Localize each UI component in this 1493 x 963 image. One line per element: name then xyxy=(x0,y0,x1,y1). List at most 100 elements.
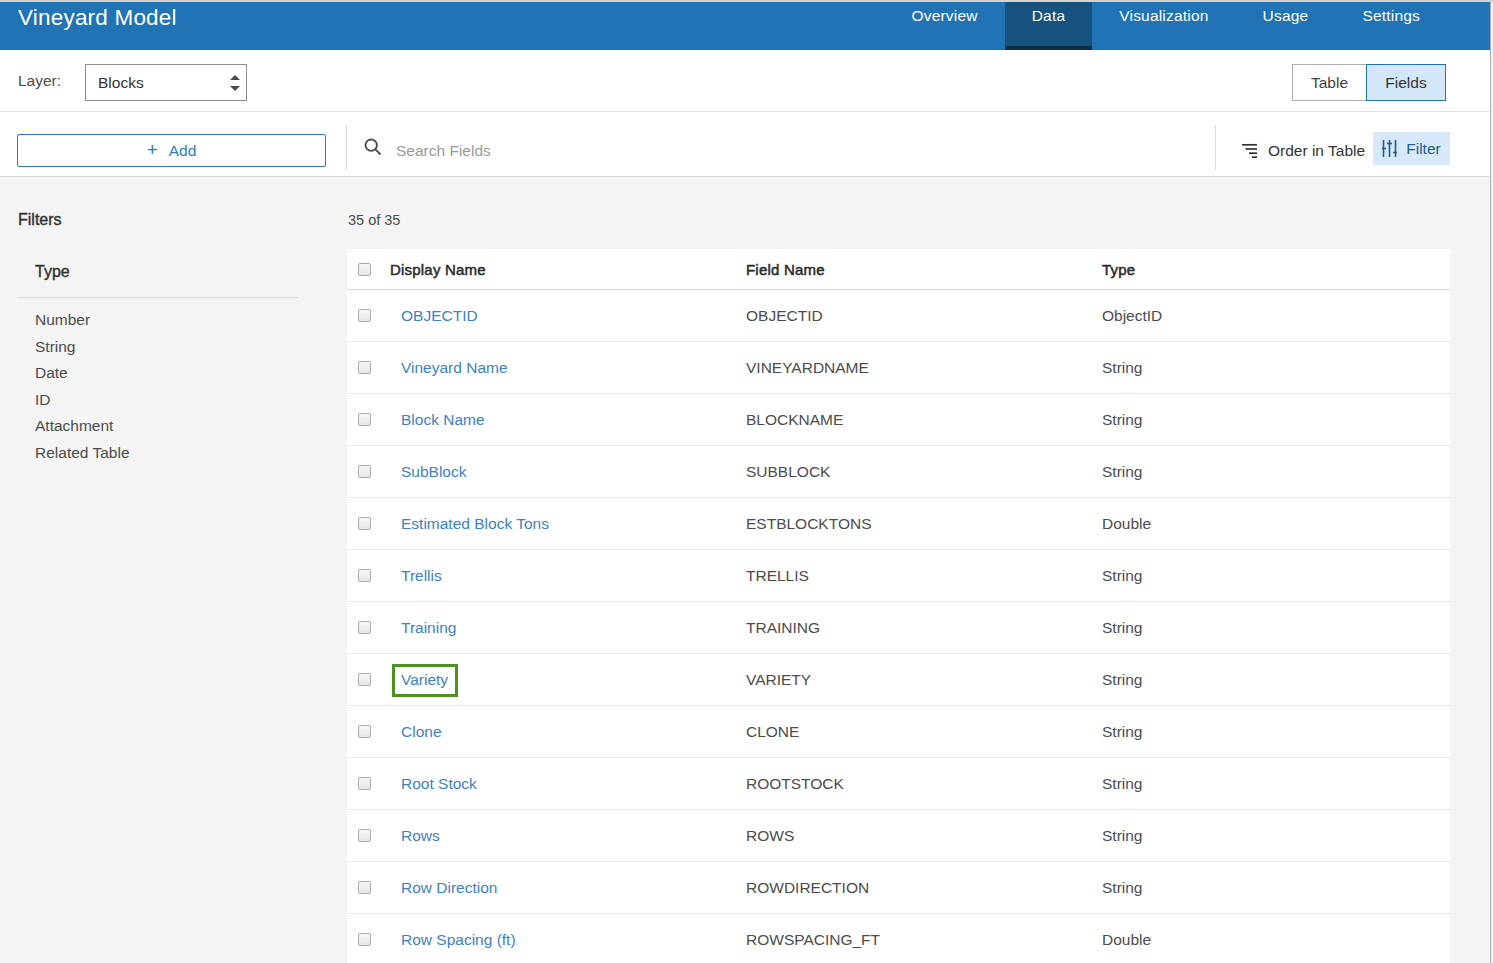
display-name-cell: Trellis xyxy=(401,567,746,585)
display-name-highlight: Row Spacing (ft) xyxy=(401,931,516,949)
row-checkbox-cell xyxy=(347,933,401,946)
select-all-checkbox[interactable] xyxy=(358,263,371,276)
field-name-cell: TRELLIS xyxy=(746,567,1102,585)
filter-button[interactable]: Filter xyxy=(1373,132,1450,165)
display-name-link[interactable]: Training xyxy=(401,619,456,636)
row-checkbox[interactable] xyxy=(358,413,371,426)
display-name-highlight: Vineyard Name xyxy=(401,359,508,377)
field-name-cell: ROWDIRECTION xyxy=(746,879,1102,897)
fields-table-header: Display Name Field Name Type xyxy=(347,249,1450,290)
display-name-highlight: OBJECTID xyxy=(401,307,478,325)
display-name-cell: Root Stock xyxy=(401,775,746,793)
row-checkbox-cell xyxy=(347,465,401,478)
display-name-link[interactable]: Root Stock xyxy=(401,775,477,792)
field-name-cell: CLONE xyxy=(746,723,1102,741)
display-name-highlight: Estimated Block Tons xyxy=(401,515,549,533)
display-name-link[interactable]: Row Spacing (ft) xyxy=(401,931,516,948)
header-tab[interactable]: Usage xyxy=(1236,2,1336,50)
display-name-link[interactable]: OBJECTID xyxy=(401,307,478,324)
layer-bar: Layer: Blocks Table Fields xyxy=(0,50,1490,112)
column-header-field-name: Field Name xyxy=(746,261,1102,278)
add-field-button[interactable]: + Add xyxy=(17,134,326,167)
data-content: Filters Type Number String Date ID Attac… xyxy=(0,177,1490,963)
field-row: Row Spacing (ft) ROWSPACING_FT Double xyxy=(347,914,1450,963)
field-row: Vineyard Name VINEYARDNAME String xyxy=(347,342,1450,394)
type-cell: Double xyxy=(1102,515,1450,533)
display-name-link[interactable]: Clone xyxy=(401,723,442,740)
row-checkbox[interactable] xyxy=(358,777,371,790)
row-checkbox[interactable] xyxy=(358,517,371,530)
row-checkbox[interactable] xyxy=(358,881,371,894)
header-tab[interactable]: Visualization xyxy=(1092,2,1235,50)
search-icon xyxy=(363,137,383,157)
row-checkbox[interactable] xyxy=(358,569,371,582)
row-checkbox-cell xyxy=(347,517,401,530)
filter-option[interactable]: Number xyxy=(35,311,130,338)
row-checkbox[interactable] xyxy=(358,465,371,478)
field-name-cell: VINEYARDNAME xyxy=(746,359,1102,377)
display-name-link[interactable]: Trellis xyxy=(401,567,442,584)
type-cell: ObjectID xyxy=(1102,307,1450,325)
filter-option[interactable]: ID xyxy=(35,391,130,418)
column-header-type: Type xyxy=(1102,261,1450,278)
field-name-cell: BLOCKNAME xyxy=(746,411,1102,429)
display-name-cell: Block Name xyxy=(401,411,746,429)
header-checkbox-cell xyxy=(347,263,390,276)
display-name-link[interactable]: Estimated Block Tons xyxy=(401,515,549,532)
display-name-cell: Vineyard Name xyxy=(401,359,746,377)
item-header: Vineyard Model Overview Data Visualizati… xyxy=(0,2,1490,50)
display-name-highlight: Rows xyxy=(401,827,440,845)
display-name-cell: SubBlock xyxy=(401,463,746,481)
display-name-link[interactable]: Variety xyxy=(401,671,448,688)
display-name-cell: Clone xyxy=(401,723,746,741)
fields-table-body: OBJECTID OBJECTID ObjectID Vineyard Name xyxy=(347,290,1450,963)
view-toggle-button[interactable]: Fields xyxy=(1366,64,1446,101)
field-row: Rows ROWS String xyxy=(347,810,1450,862)
header-tab[interactable]: Data xyxy=(1005,2,1093,50)
type-cell: String xyxy=(1102,827,1450,845)
display-name-link[interactable]: Rows xyxy=(401,827,440,844)
display-name-highlight: Training xyxy=(401,619,456,637)
layer-label: Layer: xyxy=(18,72,61,90)
row-checkbox-cell xyxy=(347,413,401,426)
search-fields-input[interactable] xyxy=(396,134,1096,167)
row-checkbox-cell xyxy=(347,309,401,322)
display-name-link[interactable]: Vineyard Name xyxy=(401,359,508,376)
layer-select-value: Blocks xyxy=(98,74,144,92)
row-checkbox-cell xyxy=(347,777,401,790)
field-row: Root Stock ROOTSTOCK String xyxy=(347,758,1450,810)
filter-option[interactable]: Related Table xyxy=(35,444,130,471)
filter-option[interactable]: Date xyxy=(35,364,130,391)
field-row: Trellis TRELLIS String xyxy=(347,550,1450,602)
display-name-link[interactable]: Row Direction xyxy=(401,879,497,896)
row-checkbox[interactable] xyxy=(358,933,371,946)
row-checkbox[interactable] xyxy=(358,361,371,374)
toolbar-divider xyxy=(346,125,347,170)
filter-option[interactable]: Attachment xyxy=(35,417,130,444)
row-checkbox[interactable] xyxy=(358,725,371,738)
header-tab[interactable]: Settings xyxy=(1335,2,1447,50)
display-name-cell: Row Direction xyxy=(401,879,746,897)
field-row: OBJECTID OBJECTID ObjectID xyxy=(347,290,1450,342)
display-name-highlight: Clone xyxy=(401,723,442,741)
order-in-table-button[interactable]: Order in Table xyxy=(1242,134,1365,167)
row-checkbox[interactable] xyxy=(358,621,371,634)
field-row: Training TRAINING String xyxy=(347,602,1450,654)
row-checkbox-cell xyxy=(347,829,401,842)
layer-select[interactable]: Blocks xyxy=(85,64,247,101)
order-in-table-label: Order in Table xyxy=(1268,142,1365,160)
view-toggle-button[interactable]: Table xyxy=(1292,64,1366,101)
display-name-highlight: Trellis xyxy=(401,567,442,585)
display-name-link[interactable]: Block Name xyxy=(401,411,485,428)
header-tab[interactable]: Overview xyxy=(884,2,1004,50)
row-checkbox[interactable] xyxy=(358,309,371,322)
row-checkbox[interactable] xyxy=(358,829,371,842)
field-row: Clone CLONE String xyxy=(347,706,1450,758)
item-tab-bar: Overview Data Visualization Usage Settin… xyxy=(884,2,1447,50)
row-checkbox[interactable] xyxy=(358,673,371,686)
display-name-link[interactable]: SubBlock xyxy=(401,463,466,480)
type-cell: String xyxy=(1102,775,1450,793)
field-row: Row Direction ROWDIRECTION String xyxy=(347,862,1450,914)
row-checkbox-cell xyxy=(347,881,401,894)
filter-option[interactable]: String xyxy=(35,338,130,365)
